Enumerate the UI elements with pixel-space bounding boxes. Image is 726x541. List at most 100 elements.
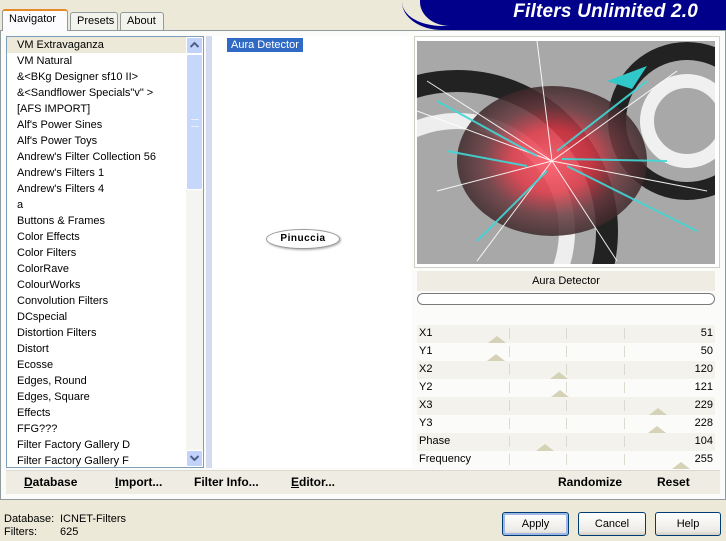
category-list-item[interactable]: Color Filters: [7, 245, 203, 261]
category-list-item[interactable]: Color Effects: [7, 229, 203, 245]
category-label: FFG???: [17, 423, 58, 435]
category-list-item[interactable]: Convolution Filters: [7, 293, 203, 309]
slider-track[interactable]: [451, 433, 681, 451]
slider-tick: [623, 454, 625, 465]
database-value: ICNET-Filters: [60, 513, 126, 525]
category-list[interactable]: VM Extravaganza VM Natural &<BKg Designer …: [6, 36, 204, 468]
category-list-item[interactable]: [AFS IMPORT]: [7, 101, 203, 117]
category-list-item[interactable]: Edges, Square: [7, 389, 203, 405]
app-title: Filters Unlimited 2.0: [513, 1, 698, 22]
category-list-item[interactable]: VM Extravaganza: [7, 37, 203, 53]
param-slider-y3[interactable]: Y3 228: [417, 415, 715, 433]
slider-tick: [508, 400, 510, 411]
tab-strip: Navigator Presets About: [0, 0, 420, 31]
help-button[interactable]: Help: [655, 512, 721, 536]
chevron-up-icon: [190, 42, 199, 48]
category-list-item[interactable]: Andrew's Filters 4: [7, 181, 203, 197]
slider-thumb[interactable]: [488, 336, 506, 343]
category-label: Distortion Filters: [17, 327, 97, 339]
slider-track[interactable]: [451, 325, 681, 343]
slider-thumb[interactable]: [487, 354, 506, 361]
category-list-item[interactable]: Andrew's Filter Collection 56: [7, 149, 203, 165]
tab-presets[interactable]: Presets: [70, 12, 118, 30]
param-value: 121: [694, 381, 713, 393]
category-list-item[interactable]: ColourWorks: [7, 277, 203, 293]
slider-thumb[interactable]: [648, 408, 667, 415]
param-slider-phase[interactable]: Phase 104: [417, 433, 715, 451]
filters-count-value: 625: [60, 526, 79, 538]
slider-thumb[interactable]: [535, 444, 554, 451]
preview-artwork: [417, 41, 715, 264]
category-label: Color Filters: [17, 247, 77, 259]
scroll-down-button[interactable]: [186, 450, 203, 467]
param-slider-x2[interactable]: X2 120: [417, 361, 715, 379]
slider-tick: [623, 418, 625, 429]
slider-tick: [566, 346, 567, 357]
category-list-item[interactable]: Ecosse: [7, 357, 203, 373]
category-list-item[interactable]: DCspecial: [7, 309, 203, 325]
param-slider-y2[interactable]: Y2 121: [417, 379, 715, 397]
database-button[interactable]: Database: [24, 475, 77, 489]
apply-button[interactable]: Apply: [502, 512, 569, 536]
scroll-thumb[interactable]: [186, 54, 203, 190]
slider-track[interactable]: [451, 451, 690, 469]
param-value: 50: [700, 345, 713, 357]
filter-info-button[interactable]: Filter Info...: [194, 475, 259, 489]
filter-item-selected[interactable]: Aura Detector: [227, 38, 303, 52]
param-label: Y1: [419, 345, 433, 357]
param-slider-x1[interactable]: X1 51: [417, 325, 715, 343]
slider-track[interactable]: [451, 397, 681, 415]
slider-track[interactable]: [451, 415, 681, 433]
category-list-items: VM Extravaganza VM Natural &<BKg Designer …: [7, 37, 203, 467]
slider-track[interactable]: [451, 361, 681, 379]
tab-navigator[interactable]: Navigator: [2, 9, 68, 31]
slider-thumb[interactable]: [551, 390, 570, 397]
slider-thumb[interactable]: [672, 462, 690, 469]
category-list-item[interactable]: Filter Factory Gallery F: [7, 453, 203, 467]
category-list-item[interactable]: Filter Factory Gallery D: [7, 437, 203, 453]
category-list-item[interactable]: Buttons & Frames: [7, 213, 203, 229]
category-list-item[interactable]: a: [7, 197, 203, 213]
category-list-item[interactable]: Distortion Filters: [7, 325, 203, 341]
param-slider-y1[interactable]: Y1 50: [417, 343, 715, 361]
slider-thumb[interactable]: [647, 426, 666, 433]
slider-tick: [566, 454, 567, 465]
category-list-item[interactable]: Alf's Power Sines: [7, 117, 203, 133]
status-area: Database: ICNET-Filters Filters: 625: [4, 513, 126, 539]
preview-image[interactable]: [417, 41, 715, 264]
slider-tick: [623, 400, 625, 411]
category-list-item[interactable]: VM Natural: [7, 53, 203, 69]
slider-tick: [566, 418, 567, 429]
import-button[interactable]: Import...: [115, 475, 162, 489]
slider-thumb[interactable]: [550, 372, 569, 379]
database-label: Database:: [4, 513, 55, 525]
cancel-button[interactable]: Cancel: [578, 512, 646, 536]
scroll-up-button[interactable]: [186, 37, 203, 54]
category-list-item[interactable]: Andrew's Filters 1: [7, 165, 203, 181]
category-label: [AFS IMPORT]: [17, 103, 91, 115]
filter-list[interactable]: Aura Detector Pinuccia: [206, 36, 412, 468]
param-label: X1: [419, 327, 433, 339]
editor-button[interactable]: Editor...: [291, 475, 335, 489]
category-label: Alf's Power Toys: [17, 135, 98, 147]
reset-button[interactable]: Reset: [657, 475, 690, 489]
category-list-item[interactable]: Alf's Power Toys: [7, 133, 203, 149]
param-slider-x3[interactable]: X3 229: [417, 397, 715, 415]
tab-about[interactable]: About: [120, 12, 164, 30]
slider-tick: [623, 328, 625, 339]
category-list-item[interactable]: &<Sandflower Specials"v" >: [7, 85, 203, 101]
category-label: ColorRave: [17, 263, 69, 275]
category-list-item[interactable]: ColorRave: [7, 261, 203, 277]
slider-track[interactable]: [451, 343, 681, 361]
category-scrollbar[interactable]: [186, 37, 203, 467]
parameter-sliders: X1 51 Y1 50 X2 120 Y2 121 X3 229 Y3 228 Phase 104 Freq…: [417, 325, 715, 469]
slider-track[interactable]: [451, 379, 681, 397]
category-list-item[interactable]: &<BKg Designer sf10 II>: [7, 69, 203, 85]
category-list-item[interactable]: Distort: [7, 341, 203, 357]
category-list-item[interactable]: Edges, Round: [7, 373, 203, 389]
param-label: X3: [419, 399, 433, 411]
category-list-item[interactable]: FFG???: [7, 421, 203, 437]
randomize-button[interactable]: Randomize: [558, 475, 622, 489]
param-slider-frequency[interactable]: Frequency 255: [417, 451, 715, 469]
category-list-item[interactable]: Effects: [7, 405, 203, 421]
